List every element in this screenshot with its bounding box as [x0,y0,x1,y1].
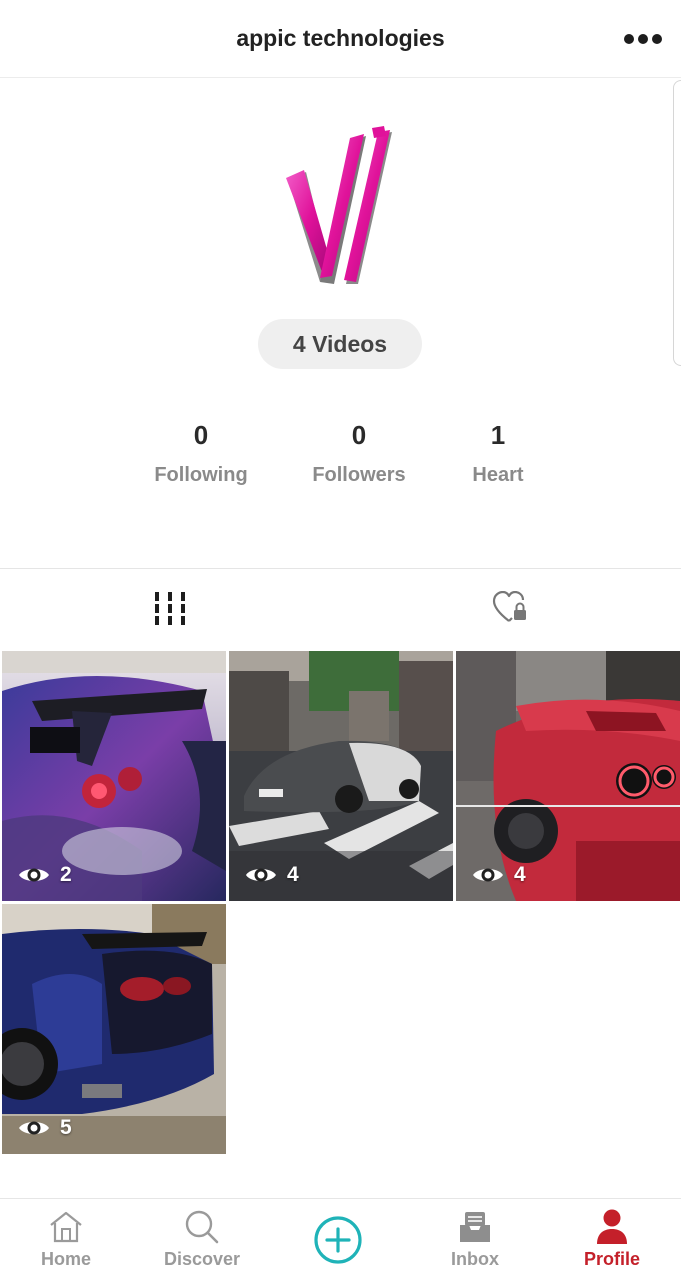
view-count-value: 4 [514,863,526,886]
nav-discover[interactable]: Discover [147,1207,257,1277]
video-tile[interactable]: 2 [2,651,226,901]
side-panel-handle[interactable] [673,80,681,366]
stat-value: 1 [490,420,506,450]
inbox-icon [460,1212,490,1242]
tab-liked[interactable] [481,584,541,632]
nav-home[interactable]: Home [11,1207,121,1277]
nav-label: Home [40,1249,91,1269]
view-count: 4 [245,863,299,887]
stat-followers[interactable]: 0 Followers [289,418,429,487]
nav-label: Profile [583,1249,640,1269]
video-tile[interactable]: 5 [2,904,226,1154]
person-icon [597,1209,627,1244]
create-button[interactable] [313,1215,363,1265]
view-count-value: 5 [60,1116,72,1139]
stat-value: 0 [193,420,209,450]
more-dots-icon[interactable] [619,22,667,56]
stat-heart[interactable]: 1 Heart [428,418,568,487]
eye-icon [246,868,276,882]
add-circle-icon [314,1216,362,1264]
nav-label: Inbox [451,1249,499,1269]
nav-inbox[interactable]: Inbox [420,1207,530,1277]
stat-following[interactable]: 0 Following [131,418,271,487]
tab-videos[interactable] [140,584,200,632]
stat-label: Following [154,464,248,486]
appic-logo [286,126,392,284]
search-icon [185,1210,219,1244]
top-bar: appic technologies [0,0,681,78]
stat-label: Followers [312,464,406,486]
video-tile[interactable]: 4 [229,651,453,901]
view-count-value: 2 [60,863,72,886]
view-count: 2 [18,863,72,887]
eye-icon [473,868,503,882]
view-count-value: 4 [287,863,299,886]
avatar[interactable] [280,122,400,292]
divider [0,568,681,569]
heart-lock-icon [492,591,526,622]
stat-value: 0 [351,420,367,450]
home-icon [50,1211,82,1243]
view-count: 5 [18,1116,72,1140]
eye-icon [19,868,49,882]
nav-profile[interactable]: Profile [557,1207,667,1277]
stat-label: Heart [472,464,524,486]
nav-label: Discover [163,1249,241,1269]
grid-bars-icon [155,592,185,625]
bottom-nav: Home Discover Inbox Profile [0,1198,681,1280]
view-count: 4 [472,863,526,887]
eye-icon [19,1121,49,1135]
video-tile[interactable]: 4 [456,651,680,901]
page-title: appic technologies [236,25,445,51]
videos-count-pill[interactable]: 4 Videos [258,319,422,369]
